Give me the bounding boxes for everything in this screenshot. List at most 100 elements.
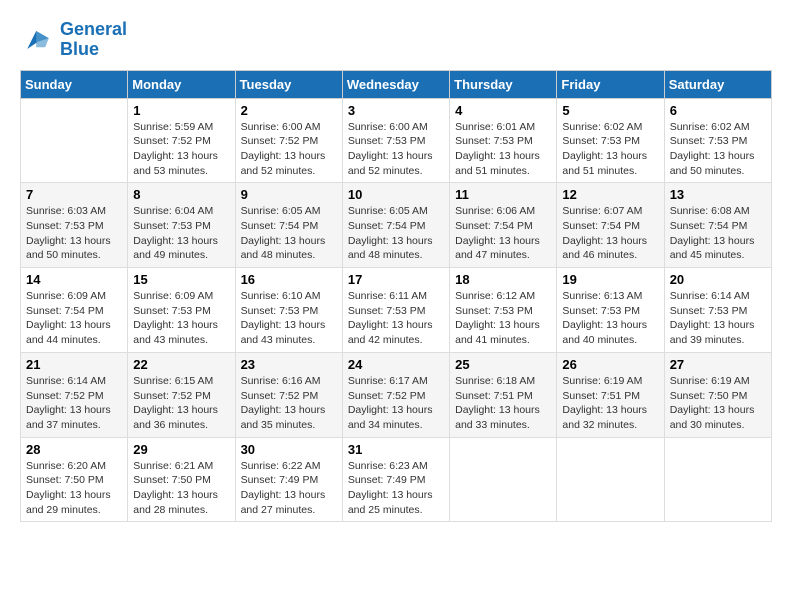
day-number: 3 (348, 103, 444, 118)
day-number: 16 (241, 272, 337, 287)
day-number: 9 (241, 187, 337, 202)
calendar-cell: 24Sunrise: 6:17 AM Sunset: 7:52 PM Dayli… (342, 352, 449, 437)
day-number: 23 (241, 357, 337, 372)
day-info: Sunrise: 6:20 AM Sunset: 7:50 PM Dayligh… (26, 459, 122, 518)
day-number: 20 (670, 272, 766, 287)
calendar-cell: 14 Sunrise: 6:09 AM Sunset: 7:54 PM Dayli… (21, 268, 128, 353)
day-info: Sunrise: 6:02 AM Sunset: 7:53 PM Dayligh… (670, 120, 766, 179)
day-number: 26 (562, 357, 658, 372)
logo: General Blue (20, 20, 127, 60)
day-number: 12 (562, 187, 658, 202)
day-info: Sunrise: 6:01 AM Sunset: 7:53 PM Dayligh… (455, 120, 551, 179)
day-info: Sunrise: 6:09 AM Sunset: 7:53 PM Dayligh… (133, 289, 229, 348)
calendar-cell: 20 Sunrise: 6:14 AM Sunset: 7:53 PM Dayli… (664, 268, 771, 353)
calendar-cell: 6 Sunrise: 6:02 AM Sunset: 7:53 PM Daylig… (664, 98, 771, 183)
day-number: 15 (133, 272, 229, 287)
calendar-week-row: 28 Sunrise: 6:20 AM Sunset: 7:50 PM Dayli… (21, 437, 772, 522)
day-info: Sunrise: 6:21 AM Sunset: 7:50 PM Dayligh… (133, 459, 229, 518)
calendar-header-row: SundayMondayTuesdayWednesdayThursdayFrid… (21, 70, 772, 98)
day-number: 31 (348, 442, 444, 457)
day-number: 10 (348, 187, 444, 202)
calendar-cell: 5Sunrise: 6:02 AM Sunset: 7:53 PM Daylig… (557, 98, 664, 183)
day-number: 22 (133, 357, 229, 372)
calendar-cell: 13Sunrise: 6:08 AM Sunset: 7:54 PM Dayli… (664, 183, 771, 268)
calendar-cell: 16 Sunrise: 6:10 AM Sunset: 7:53 PM Dayli… (235, 268, 342, 353)
day-info: Sunrise: 6:09 AM Sunset: 7:54 PM Dayligh… (26, 289, 122, 348)
header-saturday: Saturday (664, 70, 771, 98)
calendar-cell (664, 437, 771, 522)
calendar-week-row: 21Sunrise: 6:14 AM Sunset: 7:52 PM Dayli… (21, 352, 772, 437)
day-number: 11 (455, 187, 551, 202)
day-info: Sunrise: 6:16 AM Sunset: 7:52 PM Dayligh… (241, 374, 337, 433)
day-info: Sunrise: 6:00 AM Sunset: 7:53 PM Dayligh… (348, 120, 444, 179)
calendar-cell (450, 437, 557, 522)
calendar-cell: 23 Sunrise: 6:16 AM Sunset: 7:52 PM Dayli… (235, 352, 342, 437)
day-info: Sunrise: 6:19 AM Sunset: 7:50 PM Dayligh… (670, 374, 766, 433)
day-info: Sunrise: 6:12 AM Sunset: 7:53 PM Dayligh… (455, 289, 551, 348)
day-info: Sunrise: 6:17 AM Sunset: 7:52 PM Dayligh… (348, 374, 444, 433)
day-info: Sunrise: 6:14 AM Sunset: 7:52 PM Dayligh… (26, 374, 122, 433)
day-info: Sunrise: 6:11 AM Sunset: 7:53 PM Dayligh… (348, 289, 444, 348)
calendar-cell: 28 Sunrise: 6:20 AM Sunset: 7:50 PM Dayli… (21, 437, 128, 522)
calendar-cell: 21Sunrise: 6:14 AM Sunset: 7:52 PM Dayli… (21, 352, 128, 437)
day-number: 25 (455, 357, 551, 372)
header-sunday: Sunday (21, 70, 128, 98)
calendar-cell: 3 Sunrise: 6:00 AM Sunset: 7:53 PM Daylig… (342, 98, 449, 183)
day-info: Sunrise: 6:00 AM Sunset: 7:52 PM Dayligh… (241, 120, 337, 179)
calendar-cell: 4 Sunrise: 6:01 AM Sunset: 7:53 PM Daylig… (450, 98, 557, 183)
calendar-cell: 17 Sunrise: 6:11 AM Sunset: 7:53 PM Dayli… (342, 268, 449, 353)
day-number: 18 (455, 272, 551, 287)
day-number: 5 (562, 103, 658, 118)
day-info: Sunrise: 6:23 AM Sunset: 7:49 PM Dayligh… (348, 459, 444, 518)
calendar-cell: 18 Sunrise: 6:12 AM Sunset: 7:53 PM Dayli… (450, 268, 557, 353)
header-wednesday: Wednesday (342, 70, 449, 98)
day-number: 17 (348, 272, 444, 287)
calendar-cell: 19 Sunrise: 6:13 AM Sunset: 7:53 PM Dayli… (557, 268, 664, 353)
calendar-cell: 30 Sunrise: 6:22 AM Sunset: 7:49 PM Dayli… (235, 437, 342, 522)
day-info: Sunrise: 6:19 AM Sunset: 7:51 PM Dayligh… (562, 374, 658, 433)
day-info: Sunrise: 6:07 AM Sunset: 7:54 PM Dayligh… (562, 204, 658, 263)
header-friday: Friday (557, 70, 664, 98)
calendar-table: SundayMondayTuesdayWednesdayThursdayFrid… (20, 70, 772, 523)
day-info: Sunrise: 6:03 AM Sunset: 7:53 PM Dayligh… (26, 204, 122, 263)
calendar-cell: 25 Sunrise: 6:18 AM Sunset: 7:51 PM Dayli… (450, 352, 557, 437)
day-number: 28 (26, 442, 122, 457)
day-info: Sunrise: 6:08 AM Sunset: 7:54 PM Dayligh… (670, 204, 766, 263)
calendar-cell: 10 Sunrise: 6:05 AM Sunset: 7:54 PM Dayli… (342, 183, 449, 268)
calendar-cell: 31 Sunrise: 6:23 AM Sunset: 7:49 PM Dayli… (342, 437, 449, 522)
calendar-cell: 27 Sunrise: 6:19 AM Sunset: 7:50 PM Dayli… (664, 352, 771, 437)
logo-icon (20, 22, 56, 58)
day-number: 19 (562, 272, 658, 287)
calendar-cell (21, 98, 128, 183)
day-number: 6 (670, 103, 766, 118)
day-info: Sunrise: 6:15 AM Sunset: 7:52 PM Dayligh… (133, 374, 229, 433)
calendar-week-row: 7 Sunrise: 6:03 AM Sunset: 7:53 PM Daylig… (21, 183, 772, 268)
day-info: Sunrise: 6:05 AM Sunset: 7:54 PM Dayligh… (241, 204, 337, 263)
day-number: 8 (133, 187, 229, 202)
header-monday: Monday (128, 70, 235, 98)
day-info: Sunrise: 6:10 AM Sunset: 7:53 PM Dayligh… (241, 289, 337, 348)
day-info: Sunrise: 5:59 AM Sunset: 7:52 PM Dayligh… (133, 120, 229, 179)
day-info: Sunrise: 6:18 AM Sunset: 7:51 PM Dayligh… (455, 374, 551, 433)
day-number: 7 (26, 187, 122, 202)
calendar-cell: 15 Sunrise: 6:09 AM Sunset: 7:53 PM Dayli… (128, 268, 235, 353)
day-info: Sunrise: 6:22 AM Sunset: 7:49 PM Dayligh… (241, 459, 337, 518)
day-info: Sunrise: 6:14 AM Sunset: 7:53 PM Dayligh… (670, 289, 766, 348)
calendar-cell: 29 Sunrise: 6:21 AM Sunset: 7:50 PM Dayli… (128, 437, 235, 522)
calendar-cell: 26 Sunrise: 6:19 AM Sunset: 7:51 PM Dayli… (557, 352, 664, 437)
calendar-cell: 12 Sunrise: 6:07 AM Sunset: 7:54 PM Dayli… (557, 183, 664, 268)
day-number: 30 (241, 442, 337, 457)
day-info: Sunrise: 6:06 AM Sunset: 7:54 PM Dayligh… (455, 204, 551, 263)
day-number: 1 (133, 103, 229, 118)
day-number: 29 (133, 442, 229, 457)
day-number: 2 (241, 103, 337, 118)
day-info: Sunrise: 6:13 AM Sunset: 7:53 PM Dayligh… (562, 289, 658, 348)
day-number: 27 (670, 357, 766, 372)
calendar-cell: 22 Sunrise: 6:15 AM Sunset: 7:52 PM Dayli… (128, 352, 235, 437)
day-number: 4 (455, 103, 551, 118)
logo-text: General Blue (60, 20, 127, 60)
day-number: 14 (26, 272, 122, 287)
calendar-week-row: 1 Sunrise: 5:59 AM Sunset: 7:52 PM Daylig… (21, 98, 772, 183)
day-info: Sunrise: 6:05 AM Sunset: 7:54 PM Dayligh… (348, 204, 444, 263)
calendar-cell: 1 Sunrise: 5:59 AM Sunset: 7:52 PM Daylig… (128, 98, 235, 183)
